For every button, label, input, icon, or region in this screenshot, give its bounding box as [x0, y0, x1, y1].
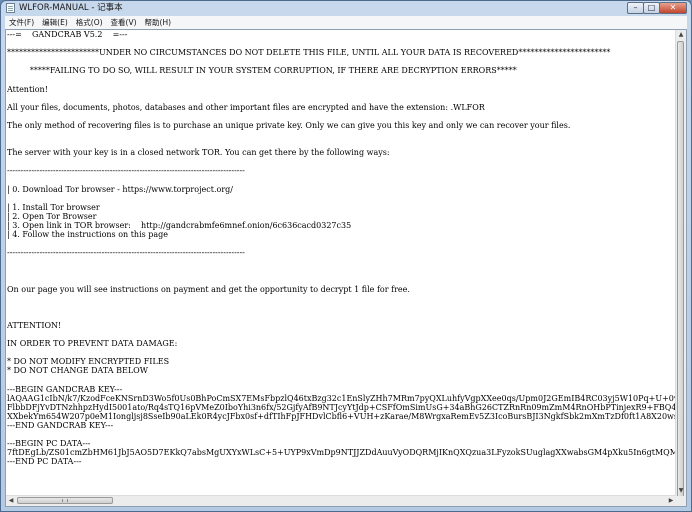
menu-format[interactable]: 格式(O)	[72, 16, 107, 29]
menu-file[interactable]: 文件(F)	[5, 16, 38, 29]
document-text[interactable]: ---= GANDCRAB V5.2 =--- ****************…	[7, 30, 676, 467]
window-title: WLFOR-MANUAL - 记事本	[19, 3, 123, 13]
vertical-scroll-thumb[interactable]	[677, 41, 684, 506]
horizontal-scrollbar[interactable]: ◀ ▶	[6, 495, 676, 506]
menu-help[interactable]: 帮助(H)	[141, 16, 176, 29]
minimize-button[interactable]: –	[627, 2, 644, 14]
notepad-window: WLFOR-MANUAL - 记事本 – □ ✕ 文件(F) 编辑(E) 格式(…	[0, 0, 692, 512]
scroll-right-arrow-icon[interactable]: ▶	[666, 496, 676, 506]
scroll-up-arrow-icon[interactable]: ▲	[676, 30, 686, 40]
horizontal-scroll-thumb[interactable]	[17, 497, 113, 504]
scroll-left-arrow-icon[interactable]: ◀	[6, 496, 16, 506]
menu-edit[interactable]: 编辑(E)	[38, 16, 72, 29]
text-editor-area[interactable]: ---= GANDCRAB V5.2 =--- ****************…	[5, 29, 687, 507]
notepad-icon	[6, 3, 15, 13]
text-content[interactable]: ---= GANDCRAB V5.2 =--- ****************…	[7, 30, 676, 496]
close-button[interactable]: ✕	[659, 2, 687, 14]
title-bar[interactable]: WLFOR-MANUAL - 记事本 – □ ✕	[1, 1, 691, 16]
menu-bar: 文件(F) 编辑(E) 格式(O) 查看(V) 帮助(H)	[5, 16, 687, 29]
menu-view[interactable]: 查看(V)	[107, 16, 141, 29]
vertical-scrollbar[interactable]: ▲ ▼	[675, 30, 686, 506]
scrollbar-corner	[676, 496, 686, 506]
maximize-button[interactable]: □	[643, 2, 660, 14]
scroll-down-arrow-icon[interactable]: ▼	[676, 486, 686, 496]
